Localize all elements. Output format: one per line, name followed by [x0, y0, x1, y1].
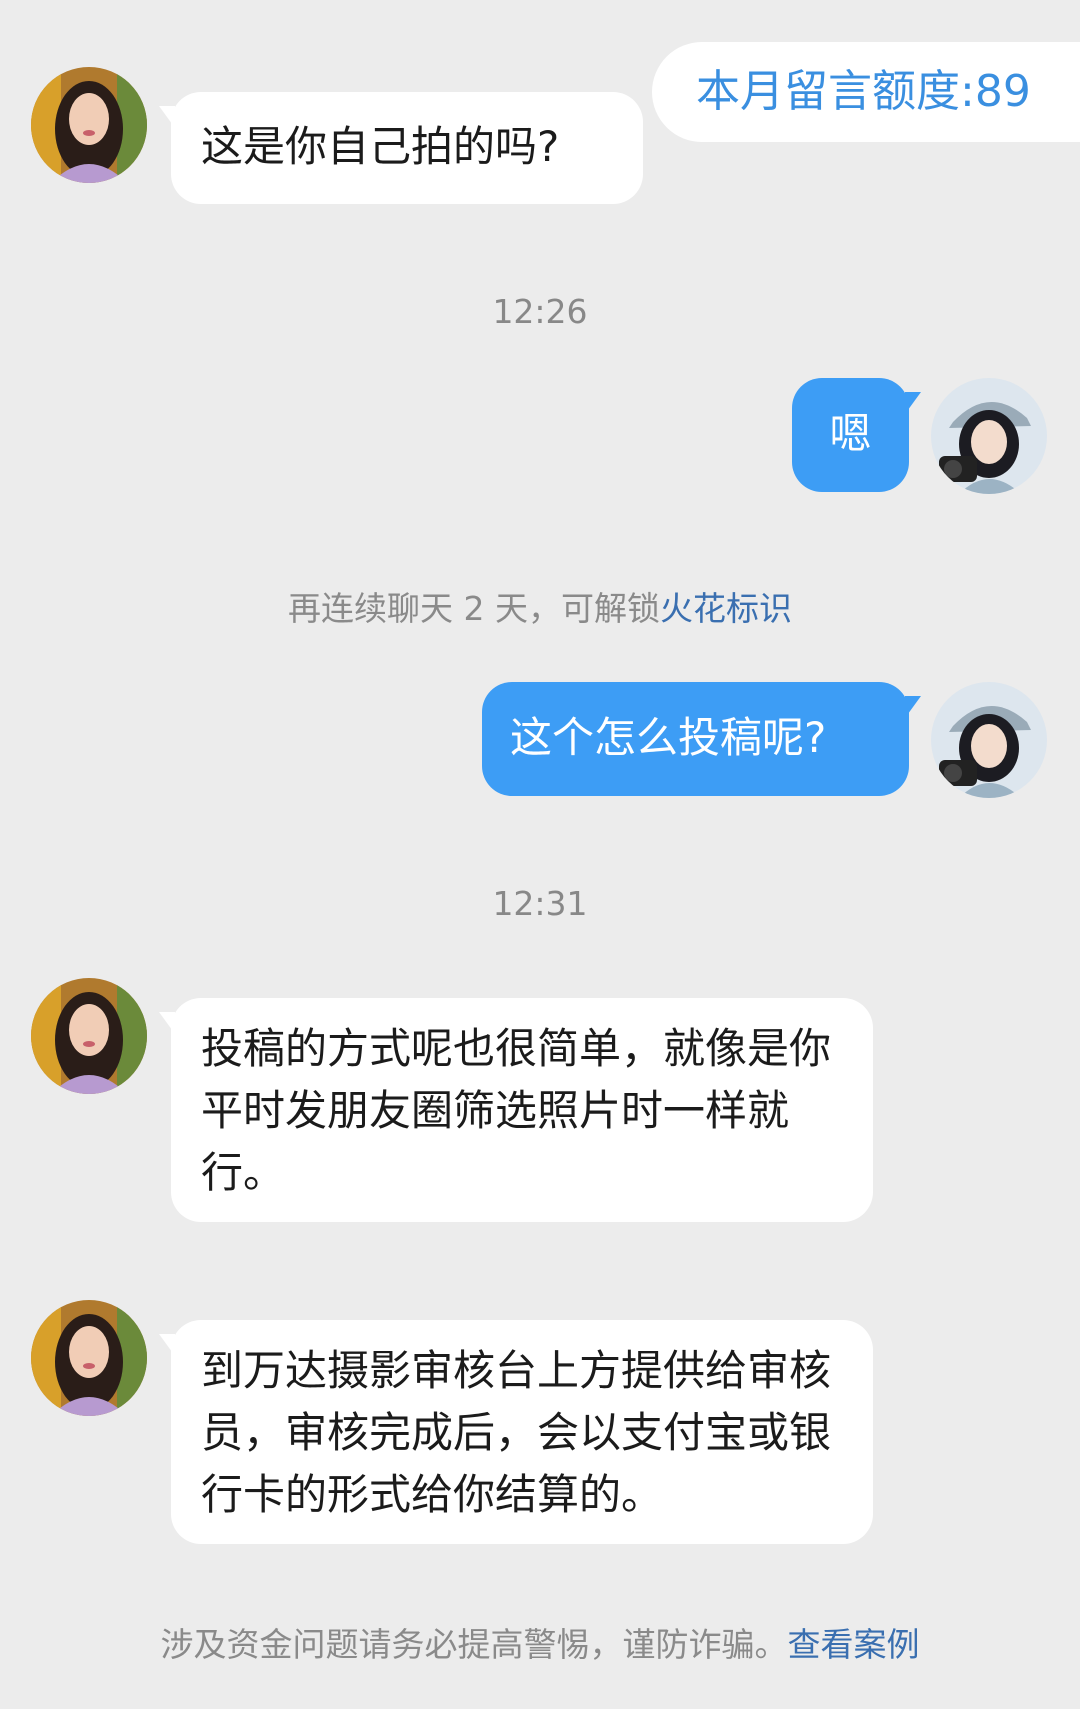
timestamp: 12:26 — [492, 292, 588, 331]
contact-avatar[interactable] — [31, 1300, 147, 1416]
message-quota-badge: 本月留言额度:89 — [652, 42, 1080, 142]
message-text: 这个怎么投稿呢? — [510, 713, 827, 762]
view-cases-link[interactable]: 查看案例 — [788, 1625, 920, 1664]
fraud-warning-text: 涉及资金问题请务必提高警惕，谨防诈骗。 — [160, 1625, 788, 1664]
message-bubble-sent[interactable]: 嗯 — [792, 378, 921, 492]
fraud-warning-notice: 涉及资金问题请务必提高警惕，谨防诈骗。查看案例 — [0, 1618, 1080, 1666]
contact-avatar[interactable] — [31, 978, 147, 1094]
timestamp: 12:31 — [492, 884, 588, 923]
message-text: 这是你自己拍的吗? — [201, 122, 560, 171]
message-bubble-received[interactable]: 这是你自己拍的吗? — [159, 92, 643, 204]
message-text: 嗯 — [829, 409, 872, 458]
message-text: 投稿的方式呢也很简单，就像是你平时发朋友圈筛选照片时一样就行。 — [201, 1024, 832, 1197]
contact-avatar[interactable] — [31, 67, 147, 183]
message-text: 到万达摄影审核台上方提供给审核员，审核完成后，会以支付宝或银行卡的形式给你结算的… — [201, 1346, 832, 1519]
user-avatar[interactable] — [931, 378, 1047, 494]
spark-unlock-notice: 再连续聊天 2 天，可解锁火花标识 — [0, 582, 1080, 630]
message-bubble-received[interactable]: 投稿的方式呢也很简单，就像是你平时发朋友圈筛选照片时一样就行。 — [159, 998, 873, 1222]
spark-notice-text: 再连续聊天 2 天，可解锁 — [288, 589, 660, 628]
user-avatar[interactable] — [931, 682, 1047, 798]
spark-badge-link[interactable]: 火花标识 — [660, 589, 792, 628]
message-bubble-sent[interactable]: 这个怎么投稿呢? — [482, 682, 921, 796]
message-bubble-received[interactable]: 到万达摄影审核台上方提供给审核员，审核完成后，会以支付宝或银行卡的形式给你结算的… — [159, 1320, 873, 1544]
